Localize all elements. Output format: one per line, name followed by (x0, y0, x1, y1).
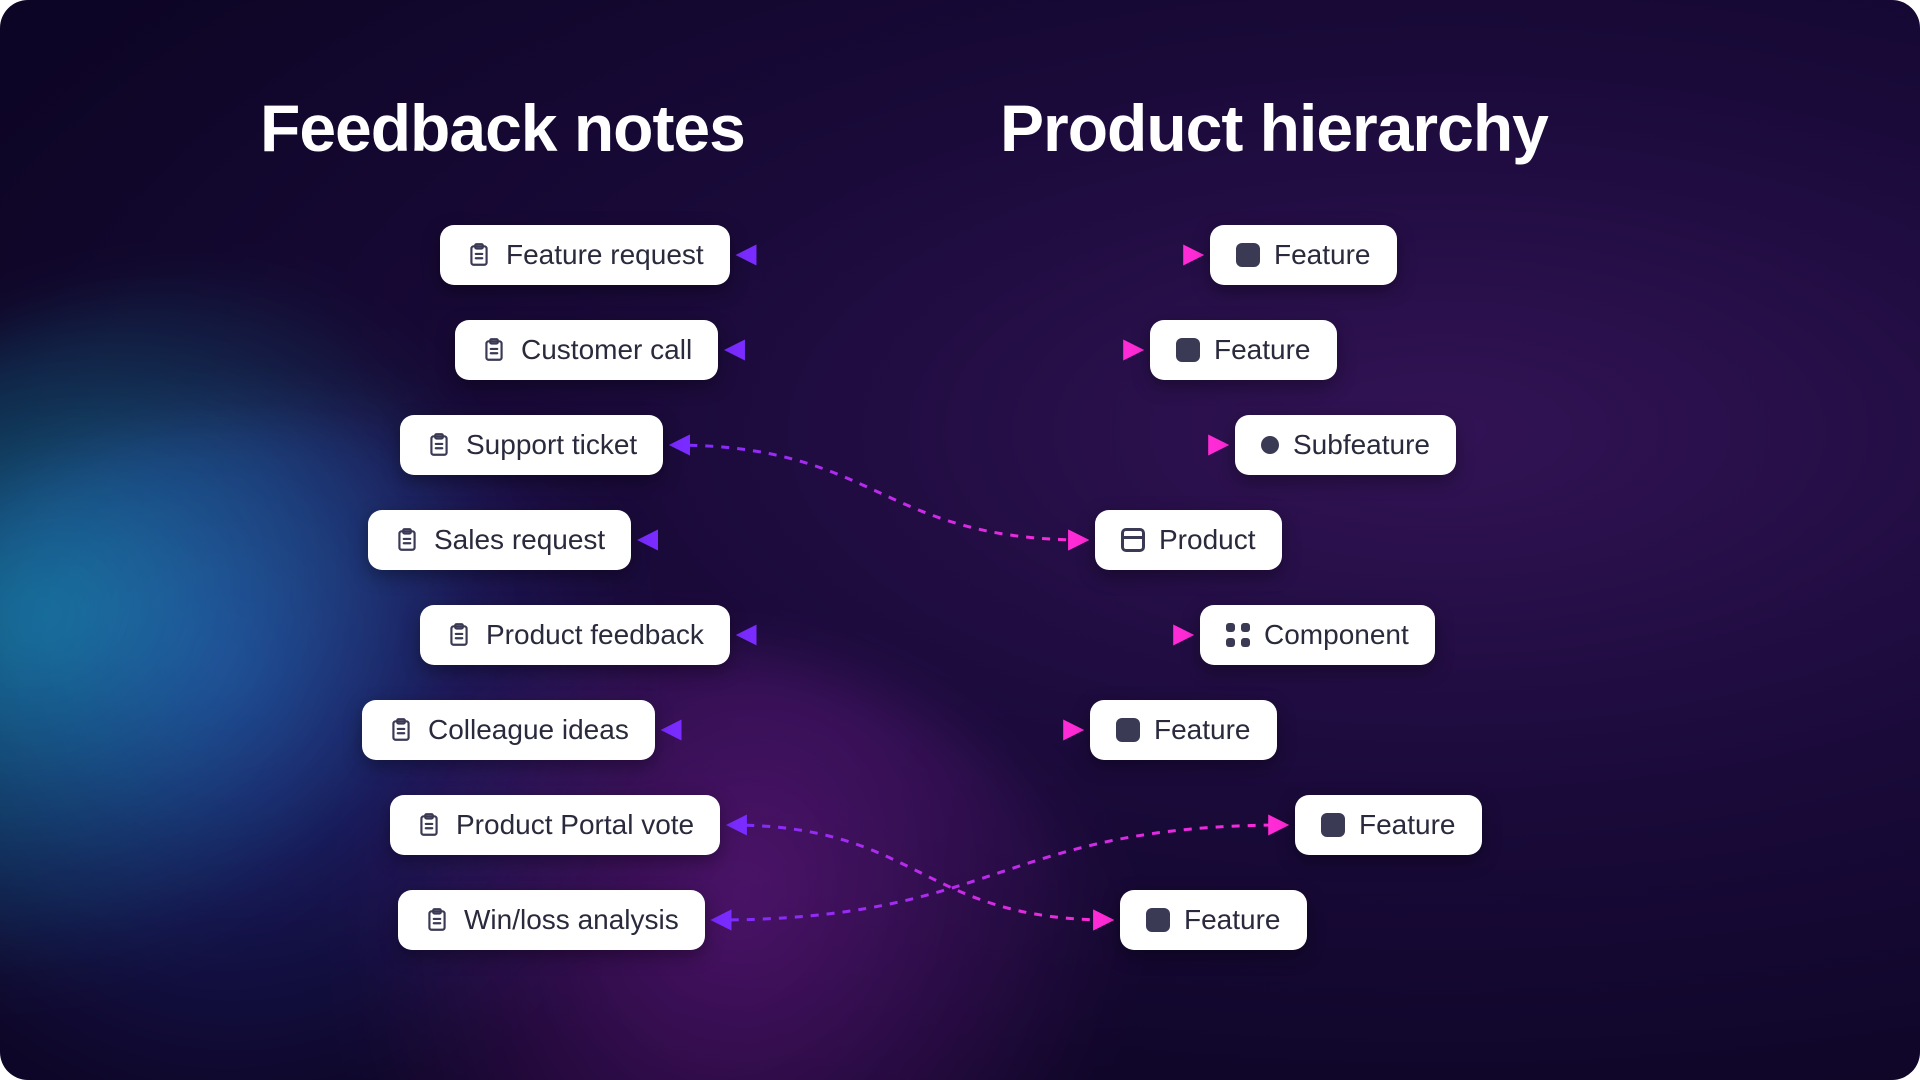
pill-label: Feature (1274, 239, 1371, 271)
hierarchy-pill-1: Feature (1150, 320, 1337, 380)
title-right: Product hierarchy (1000, 90, 1548, 166)
clipboard-icon (481, 337, 507, 363)
hierarchy-pill-0: Feature (1210, 225, 1397, 285)
square-icon (1116, 718, 1140, 742)
hierarchy-pill-4: Component (1200, 605, 1435, 665)
pill-label: Product feedback (486, 619, 704, 651)
pill-label: Win/loss analysis (464, 904, 679, 936)
feedback-pill-2: Support ticket (400, 415, 663, 475)
title-left: Feedback notes (260, 90, 745, 166)
pill-label: Subfeature (1293, 429, 1430, 461)
clipboard-icon (446, 622, 472, 648)
pill-label: Feature (1154, 714, 1251, 746)
hierarchy-pill-7: Feature (1120, 890, 1307, 950)
pill-label: Feature (1214, 334, 1311, 366)
clipboard-icon (388, 717, 414, 743)
hierarchy-pill-6: Feature (1295, 795, 1482, 855)
diagram-stage: Feedback notes Product hierarchy Feature… (0, 0, 1920, 1080)
square-icon (1236, 243, 1260, 267)
feedback-pill-3: Sales request (368, 510, 631, 570)
pill-label: Support ticket (466, 429, 637, 461)
pill-label: Customer call (521, 334, 692, 366)
component-icon (1226, 623, 1250, 647)
link-3 (673, 445, 1085, 540)
hierarchy-pill-3: Product (1095, 510, 1282, 570)
feedback-pill-6: Product Portal vote (390, 795, 720, 855)
pill-label: Product Portal vote (456, 809, 694, 841)
hierarchy-pill-5: Feature (1090, 700, 1277, 760)
clipboard-icon (426, 432, 452, 458)
dot-icon (1261, 436, 1279, 454)
product-icon (1121, 528, 1145, 552)
clipboard-icon (424, 907, 450, 933)
feedback-pill-7: Win/loss analysis (398, 890, 705, 950)
feedback-pill-4: Product feedback (420, 605, 730, 665)
pill-label: Feature request (506, 239, 704, 271)
clipboard-icon (394, 527, 420, 553)
pill-label: Product (1159, 524, 1256, 556)
pill-label: Feature (1359, 809, 1456, 841)
clipboard-icon (466, 242, 492, 268)
pill-label: Sales request (434, 524, 605, 556)
pill-label: Component (1264, 619, 1409, 651)
pill-label: Feature (1184, 904, 1281, 936)
clipboard-icon (416, 812, 442, 838)
square-icon (1176, 338, 1200, 362)
square-icon (1321, 813, 1345, 837)
feedback-pill-1: Customer call (455, 320, 718, 380)
feedback-pill-5: Colleague ideas (362, 700, 655, 760)
feedback-pill-0: Feature request (440, 225, 730, 285)
square-icon (1146, 908, 1170, 932)
pill-label: Colleague ideas (428, 714, 629, 746)
hierarchy-pill-2: Subfeature (1235, 415, 1456, 475)
